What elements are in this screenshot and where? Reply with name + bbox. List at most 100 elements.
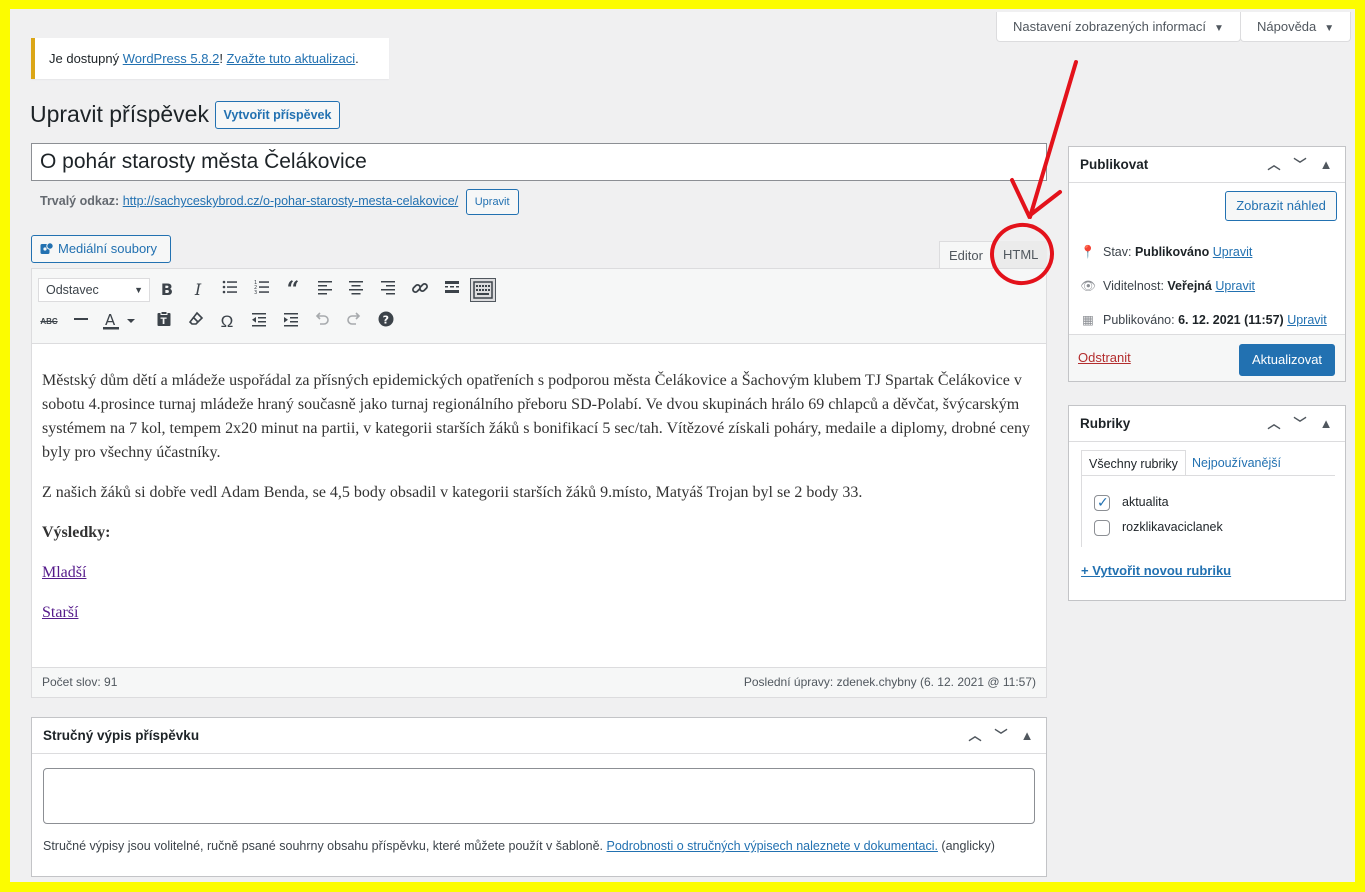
excerpt-help-prefix: Stručné výpisy jsou volitelné, ručně psa… <box>43 839 607 853</box>
status-value: Publikováno <box>1134 245 1210 259</box>
align-center-icon[interactable] <box>345 279 367 301</box>
tab-most-used[interactable]: Nejpoužívanější <box>1185 450 1288 476</box>
publish-header: Publikovat ︿ ﹀ ▲ <box>1069 147 1345 183</box>
move-up-icon[interactable]: ︿ <box>1261 147 1287 183</box>
align-left-icon[interactable] <box>314 279 336 301</box>
delete-post-link[interactable]: Odstranit <box>1078 350 1131 365</box>
results-younger-link[interactable]: Mladší <box>42 564 86 581</box>
categories-header: Rubriky ︿ ﹀ ▲ <box>1069 406 1345 442</box>
edit-status-link[interactable]: Upravit <box>1213 245 1253 259</box>
toolbar-toggle-icon[interactable] <box>470 278 496 302</box>
visibility-label: Viditelnost: <box>1103 279 1168 293</box>
word-count: Počet slov: 91 <box>42 675 118 689</box>
collapse-toggle-icon[interactable]: ▲ <box>1313 147 1339 183</box>
categories-title: Rubriky <box>1080 416 1131 431</box>
checkbox-unchecked[interactable] <box>1094 519 1110 536</box>
horizontal-line-icon[interactable] <box>70 311 92 333</box>
edit-visibility-link[interactable]: Upravit <box>1215 279 1255 293</box>
excerpt-header: Stručný výpis příspěvku ︿ ﹀ ▲ <box>32 718 1046 754</box>
move-down-icon[interactable]: ﹀ <box>1287 406 1313 442</box>
update-notice: Je dostupný WordPress 5.8.2! Zvažte tuto… <box>31 38 389 79</box>
add-media-button[interactable]: Mediální soubory <box>31 235 171 263</box>
permalink-label: Trvalý odkaz: <box>40 194 120 208</box>
post-content[interactable]: Městský dům dětí a mládeže uspořádal za … <box>32 345 1046 653</box>
published-label: Publikováno: <box>1103 313 1179 327</box>
editor-status-bar: Počet slov: 91 Poslední úpravy: zdenek.c… <box>32 667 1046 697</box>
published-value: 6. 12. 2021 (11:57) <box>1178 313 1284 327</box>
excerpt-textarea[interactable] <box>43 768 1035 824</box>
bullet-list-icon[interactable] <box>219 279 241 301</box>
outdent-icon[interactable] <box>248 311 270 333</box>
wordpress-version-link[interactable]: WordPress 5.8.2 <box>123 51 220 66</box>
update-now-link[interactable]: Zvažte tuto aktualizaci <box>227 51 356 66</box>
collapse-toggle-icon[interactable]: ▲ <box>1014 718 1040 754</box>
tab-html-editor[interactable]: HTML <box>994 241 1048 269</box>
permalink-edit-button[interactable]: Upravit <box>465 188 519 215</box>
publish-metabox: Publikovat ︿ ﹀ ▲ Zobrazit náhled 📍 Stav: Pu… <box>1068 146 1346 382</box>
link-icon[interactable] <box>409 279 431 301</box>
help-icon[interactable]: ? <box>375 311 397 333</box>
category-checklist: aktualita rozklikavaciclanek <box>1081 475 1335 547</box>
move-up-icon[interactable]: ︿ <box>1261 406 1287 442</box>
category-label: aktualita <box>1122 495 1169 509</box>
move-up-icon[interactable]: ︿ <box>962 718 988 754</box>
wp-admin-screen: Nastavení zobrazených informací ▼ Nápověd… <box>10 9 1355 882</box>
svg-text:A: A <box>105 311 116 329</box>
category-label: rozklikavaciclanek <box>1122 520 1223 534</box>
excerpt-docs-link[interactable]: Podrobnosti o stručných výpisech nalezne… <box>607 839 938 853</box>
publish-title: Publikovat <box>1080 157 1149 172</box>
numbered-list-icon[interactable]: 123 <box>251 279 273 301</box>
svg-text:T: T <box>161 317 168 327</box>
caret-down-icon: ▼ <box>1324 23 1335 34</box>
calendar-icon: ▦ <box>1082 313 1094 327</box>
clear-formatting-icon[interactable] <box>185 311 207 333</box>
help-toggle[interactable]: Nápověda ▼ <box>1240 12 1352 42</box>
align-right-icon[interactable] <box>377 279 399 301</box>
move-down-icon[interactable]: ﹀ <box>1287 147 1313 183</box>
tab-all-categories[interactable]: Všechny rubriky <box>1081 450 1186 476</box>
bold-icon[interactable]: B <box>156 279 178 301</box>
update-button[interactable]: Aktualizovat <box>1239 344 1335 376</box>
svg-text:3: 3 <box>254 290 257 295</box>
notice-prefix: Je dostupný <box>49 51 123 66</box>
add-new-category-link[interactable]: + Vytvořit novou rubriku <box>1081 563 1231 578</box>
categories-metabox: Rubriky ︿ ﹀ ▲ Všechny rubriky Nejpoužívaně… <box>1068 405 1346 601</box>
indent-icon[interactable] <box>280 311 302 333</box>
tab-visual-editor[interactable]: Editor <box>939 241 993 269</box>
notice-suffix: . <box>355 51 359 66</box>
redo-icon[interactable] <box>343 311 365 333</box>
content-paragraph: Z našich žáků si dobře vedl Adam Benda, … <box>42 484 863 501</box>
blockquote-icon[interactable]: “ <box>282 279 304 301</box>
read-more-icon[interactable] <box>441 279 463 301</box>
category-item[interactable]: aktualita <box>1094 493 1169 511</box>
paragraph-format-select[interactable]: Odstavec ▼ <box>38 278 150 302</box>
results-older-link[interactable]: Starší <box>42 604 78 621</box>
permalink-url-link[interactable]: http://sachyceskybrod.cz/o-pohar-starost… <box>123 194 459 208</box>
visibility-row: 👁 Viditelnost: Veřejná Upravit <box>1079 276 1255 296</box>
excerpt-metabox: Stručný výpis příspěvku ︿ ﹀ ▲ Stručné výpi… <box>31 717 1047 877</box>
screen-options-toggle[interactable]: Nastavení zobrazených informací ▼ <box>996 12 1241 42</box>
undo-icon[interactable] <box>311 311 333 333</box>
visibility-value: Veřejná <box>1167 279 1212 293</box>
page-title: Upravit příspěvek <box>30 101 209 127</box>
checkbox-checked[interactable] <box>1094 493 1110 511</box>
help-label: Nápověda <box>1257 19 1317 34</box>
paste-text-icon[interactable]: T <box>153 311 175 333</box>
excerpt-help-text: Stručné výpisy jsou volitelné, ručně psa… <box>43 839 995 853</box>
move-down-icon[interactable]: ﹀ <box>988 718 1014 754</box>
collapse-toggle-icon[interactable]: ▲ <box>1313 406 1339 442</box>
post-status-row: 📍 Stav: Publikováno Upravit <box>1079 242 1252 262</box>
add-new-post-button[interactable]: Vytvořit příspěvek <box>215 101 340 129</box>
content-paragraph: Městský dům dětí a mládeže uspořádal za … <box>42 372 1031 461</box>
special-character-icon[interactable]: Ω <box>216 311 238 333</box>
category-item[interactable]: rozklikavaciclanek <box>1094 518 1223 536</box>
edit-date-link[interactable]: Upravit <box>1287 313 1327 327</box>
post-title-input[interactable]: O pohár starosty města Čelákovice <box>31 143 1047 181</box>
preview-button[interactable]: Zobrazit náhled <box>1225 191 1337 221</box>
editor-toolbar: Odstavec ▼ B I 123 “ ABC A T Ω ? <box>32 269 1046 344</box>
text-color-icon[interactable]: A <box>102 311 136 333</box>
strikethrough-icon[interactable]: ABC <box>38 311 60 333</box>
excerpt-help-suffix: (anglicky) <box>937 839 995 853</box>
italic-icon[interactable]: I <box>187 279 209 301</box>
eye-icon: 👁 <box>1080 279 1096 293</box>
